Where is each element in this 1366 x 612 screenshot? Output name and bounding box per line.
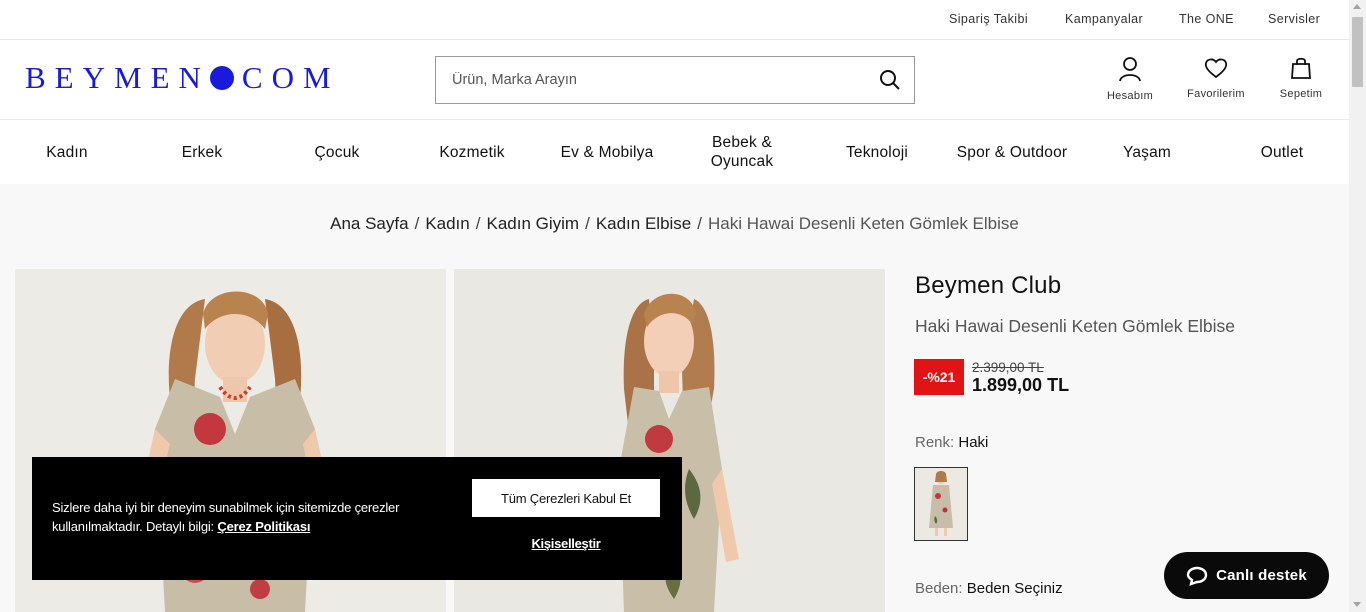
color-value: Haki (958, 434, 989, 451)
size-selector[interactable]: Beden: Beden Seçiniz (915, 580, 1063, 597)
swatch-thumbnail (915, 468, 967, 540)
nav-item-ev-mobilya[interactable]: Ev & Mobilya (540, 120, 674, 184)
account-label: Hesabım (1106, 90, 1154, 102)
cookie-consent-banner: Sizlere daha iyi bir deneyim sunabilmek … (32, 457, 682, 580)
live-support-label: Canlı destek (1216, 567, 1307, 584)
cart-button[interactable]: Sepetim (1261, 56, 1341, 100)
scroll-up-arrow-icon[interactable] (1353, 4, 1361, 9)
nav-item-spor-outdoor[interactable]: Spor & Outdoor (945, 120, 1079, 184)
color-label: Renk: Haki (915, 434, 988, 451)
nav-item-kozmetik[interactable]: Kozmetik (405, 120, 539, 184)
original-price: 2.399,00 TL (972, 360, 1044, 375)
logo-text-right: COM (241, 60, 340, 95)
accept-all-cookies-button[interactable]: Tüm Çerezleri Kabul Et (472, 479, 660, 517)
search-input[interactable] (452, 57, 872, 103)
nav-item-yasam[interactable]: Yaşam (1080, 120, 1214, 184)
scrollbar-thumb[interactable] (1352, 17, 1363, 87)
main-navigation: Kadın Erkek Çocuk Kozmetik Ev & Mobilya … (0, 120, 1349, 184)
cart-label: Sepetim (1279, 88, 1323, 100)
customize-cookies-link[interactable]: Kişiselleştir (472, 536, 660, 551)
size-value: Beden Seçiniz (966, 580, 1063, 597)
color-swatch-haki[interactable] (914, 467, 968, 541)
nav-item-teknoloji[interactable]: Teknoloji (810, 120, 944, 184)
order-tracking-link[interactable]: Sipariş Takibi (949, 12, 1028, 26)
size-label-key: Beden: (915, 580, 963, 597)
nav-item-outlet[interactable]: Outlet (1215, 120, 1349, 184)
logo-dot (209, 66, 234, 90)
breadcrumb-current: Haki Hawai Desenli Keten Gömlek Elbise (708, 214, 1019, 233)
the-one-link[interactable]: The ONE (1179, 12, 1234, 26)
top-utility-bar: Sipariş Takibi Kampanyalar The ONE Servi… (0, 0, 1349, 40)
user-icon (1119, 57, 1141, 82)
breadcrumb-link-home[interactable]: Ana Sayfa (330, 214, 408, 233)
breadcrumb-link-kadin-elbise[interactable]: Kadın Elbise (596, 214, 691, 233)
live-support-button[interactable]: Canlı destek (1164, 552, 1329, 599)
breadcrumb: Ana Sayfa / Kadın / Kadın Giyim / Kadın Elbise… (0, 214, 1349, 234)
breadcrumb-separator: / (585, 214, 590, 233)
nav-item-bebek-oyuncak[interactable]: Bebek & Oyuncak (675, 120, 809, 184)
nav-item-kadin[interactable]: Kadın (0, 120, 134, 184)
search-box (435, 56, 915, 104)
favorites-button[interactable]: Favorilerim (1176, 56, 1256, 100)
campaigns-link[interactable]: Kampanyalar (1065, 12, 1143, 26)
discount-badge: -%21 (914, 359, 964, 395)
account-button[interactable]: Hesabım (1090, 56, 1170, 102)
heart-icon (1204, 58, 1228, 79)
breadcrumb-separator: / (414, 214, 420, 233)
logo-text-left: BEYMEN (25, 60, 210, 95)
nav-item-erkek[interactable]: Erkek (135, 120, 269, 184)
cookie-message: Sizlere daha iyi bir deneyim sunabilmek … (52, 498, 452, 536)
site-header: BEYMEN COM Hesabım Favorilerim Sepetim (0, 40, 1349, 120)
nav-item-cocuk[interactable]: Çocuk (270, 120, 404, 184)
search-icon[interactable] (879, 69, 901, 91)
color-label-key: Renk: (915, 434, 955, 451)
services-link[interactable]: Servisler (1268, 12, 1320, 26)
breadcrumb-separator: / (475, 214, 481, 233)
breadcrumb-link-kadin-giyim[interactable]: Kadın Giyim (486, 214, 579, 233)
beymen-logo[interactable]: BEYMEN COM (25, 60, 340, 95)
scroll-down-arrow-icon[interactable] (1353, 602, 1361, 607)
breadcrumb-link-kadin[interactable]: Kadın (425, 214, 469, 233)
product-brand[interactable]: Beymen Club (915, 272, 1061, 300)
cookie-policy-link[interactable]: Çerez Politikası (217, 519, 310, 534)
chat-bubble-icon (1186, 566, 1208, 586)
favorites-label: Favorilerim (1187, 88, 1245, 100)
product-name: Haki Hawai Desenli Keten Gömlek Elbise (915, 316, 1235, 336)
sale-price: 1.899,00 TL (972, 375, 1070, 395)
breadcrumb-separator: / (697, 214, 702, 233)
shopping-bag-icon (1291, 57, 1311, 79)
page-scrollbar[interactable] (1349, 0, 1366, 612)
